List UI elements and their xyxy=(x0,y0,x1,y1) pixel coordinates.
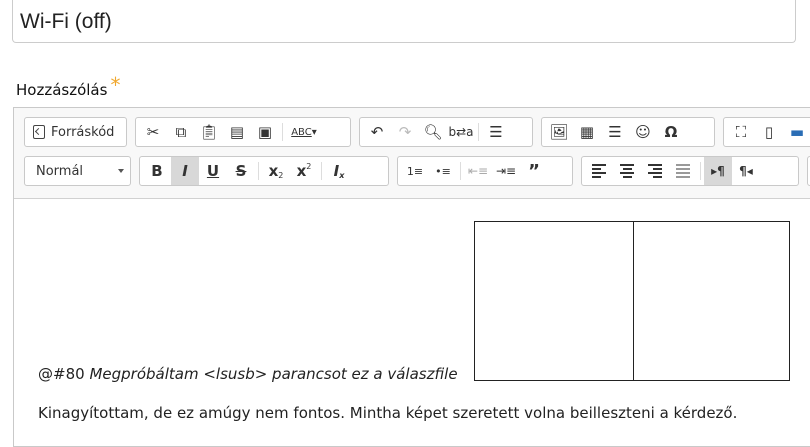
content-paragraph: @#80 Megpróbáltam <lsusb> parancsot ez a… xyxy=(38,365,458,383)
clipboard-group: ✂ ⧉ 📋︎ ▤ ▣ ABC ▾ xyxy=(135,117,351,147)
undo-icon[interactable]: ↶ xyxy=(363,118,391,146)
toolbar-separator xyxy=(460,162,461,180)
italic-icon[interactable]: I xyxy=(171,157,199,185)
image-icon[interactable]: 🖼︎ xyxy=(545,118,573,146)
select-all-icon[interactable]: ☰ xyxy=(482,118,510,146)
about-icon[interactable]: ▬ xyxy=(783,118,810,146)
editor-toolbar: Forráskód ✂ ⧉ 📋︎ ▤ ▣ ABC ▾ ↶ ↷ 🔍︎ b⇄a ☰ 🖼… xyxy=(14,108,810,199)
rtl-icon[interactable]: ¶◂ xyxy=(732,157,760,185)
align-right-icon[interactable] xyxy=(641,157,669,185)
find-icon[interactable]: 🔍︎ xyxy=(419,118,447,146)
copy-icon[interactable]: ⧉ xyxy=(167,118,195,146)
special-char-icon[interactable]: Ω xyxy=(657,118,685,146)
justify-icon[interactable] xyxy=(669,157,697,185)
paste-icon[interactable]: 📋︎ xyxy=(195,118,223,146)
toolbar-separator xyxy=(282,123,283,141)
table-icon[interactable]: ▦ xyxy=(573,118,601,146)
chevron-down-icon xyxy=(118,169,124,173)
ltr-icon[interactable]: ▸¶ xyxy=(704,157,732,185)
toolbar-separator xyxy=(321,162,322,180)
superscript-icon[interactable]: x2 xyxy=(290,157,318,185)
format-select[interactable]: Normál xyxy=(24,156,131,186)
embedded-image[interactable] xyxy=(474,221,634,381)
paragraph-prefix: @#80 xyxy=(38,365,90,383)
cut-icon[interactable]: ✂ xyxy=(139,118,167,146)
align-group: ▸¶ ¶◂ xyxy=(581,156,799,186)
indent-icon[interactable]: ⇥≡ xyxy=(492,157,520,185)
embedded-image[interactable] xyxy=(633,221,790,381)
comment-label: Hozzászólás * xyxy=(16,73,121,100)
toolbar-separator xyxy=(258,162,259,180)
editor-content[interactable]: @#80 Megpróbáltam <lsusb> parancsot ez a… xyxy=(14,199,810,446)
toolbar-separator xyxy=(478,123,479,141)
blockquote-icon[interactable]: ” xyxy=(520,157,548,185)
spellcheck-icon[interactable]: ABC ▾ xyxy=(286,118,322,146)
maximize-icon[interactable]: ⛶ xyxy=(727,118,755,146)
content-paragraph: Kinagyítottam, de ez amúgy nem fontos. M… xyxy=(38,404,737,422)
title-field[interactable]: Wi-Fi (off) xyxy=(12,0,796,43)
numbered-list-icon[interactable]: 1≡ xyxy=(401,157,429,185)
align-center-icon[interactable] xyxy=(613,157,641,185)
format-select-value: Normál xyxy=(36,164,84,179)
source-icon xyxy=(33,125,45,139)
smiley-icon[interactable]: ☺ xyxy=(629,118,657,146)
source-group: Forráskód xyxy=(24,117,127,147)
insert-group: 🖼︎ ▦ ☰ ☺ Ω xyxy=(541,117,715,147)
horizontal-rule-icon[interactable]: ☰ xyxy=(601,118,629,146)
source-button[interactable]: Forráskód xyxy=(25,118,122,146)
comment-label-text: Hozzászólás xyxy=(16,81,108,99)
redo-icon[interactable]: ↷ xyxy=(391,118,419,146)
bold-icon[interactable]: B xyxy=(143,157,171,185)
title-field-value: Wi-Fi (off) xyxy=(20,10,112,33)
bulleted-list-icon[interactable]: •≡ xyxy=(429,157,457,185)
paste-text-icon[interactable]: ▤ xyxy=(223,118,251,146)
subscript-icon[interactable]: x2 xyxy=(262,157,290,185)
paragraph-italic-text: Megpróbáltam <lsusb> parancsot ez a vála… xyxy=(89,365,458,383)
outdent-icon[interactable]: ⇤≡ xyxy=(464,157,492,185)
toolbar-separator xyxy=(700,162,701,180)
editing-group: ↶ ↷ 🔍︎ b⇄a ☰ xyxy=(359,117,533,147)
strike-icon[interactable]: S xyxy=(227,157,255,185)
source-button-label: Forráskód xyxy=(51,124,115,140)
underline-icon[interactable]: U xyxy=(199,157,227,185)
paragraph-group: 1≡ •≡ ⇤≡ ⇥≡ ” xyxy=(397,156,573,186)
replace-icon[interactable]: b⇄a xyxy=(447,118,475,146)
remove-format-icon[interactable]: Ix xyxy=(325,157,353,185)
tools-group: ⛶ ▯ ▬ xyxy=(723,117,810,147)
paragraph-text: Kinagyítottam, de ez amúgy nem fontos. M… xyxy=(38,404,738,422)
basic-styles-group: B I U S x2 x2 Ix xyxy=(139,156,389,186)
show-blocks-icon[interactable]: ▯ xyxy=(755,118,783,146)
rich-text-editor: Forráskód ✂ ⧉ 📋︎ ▤ ▣ ABC ▾ ↶ ↷ 🔍︎ b⇄a ☰ 🖼… xyxy=(13,107,810,447)
required-mark: * xyxy=(110,73,121,97)
paste-word-icon[interactable]: ▣ xyxy=(251,118,279,146)
align-left-icon[interactable] xyxy=(585,157,613,185)
